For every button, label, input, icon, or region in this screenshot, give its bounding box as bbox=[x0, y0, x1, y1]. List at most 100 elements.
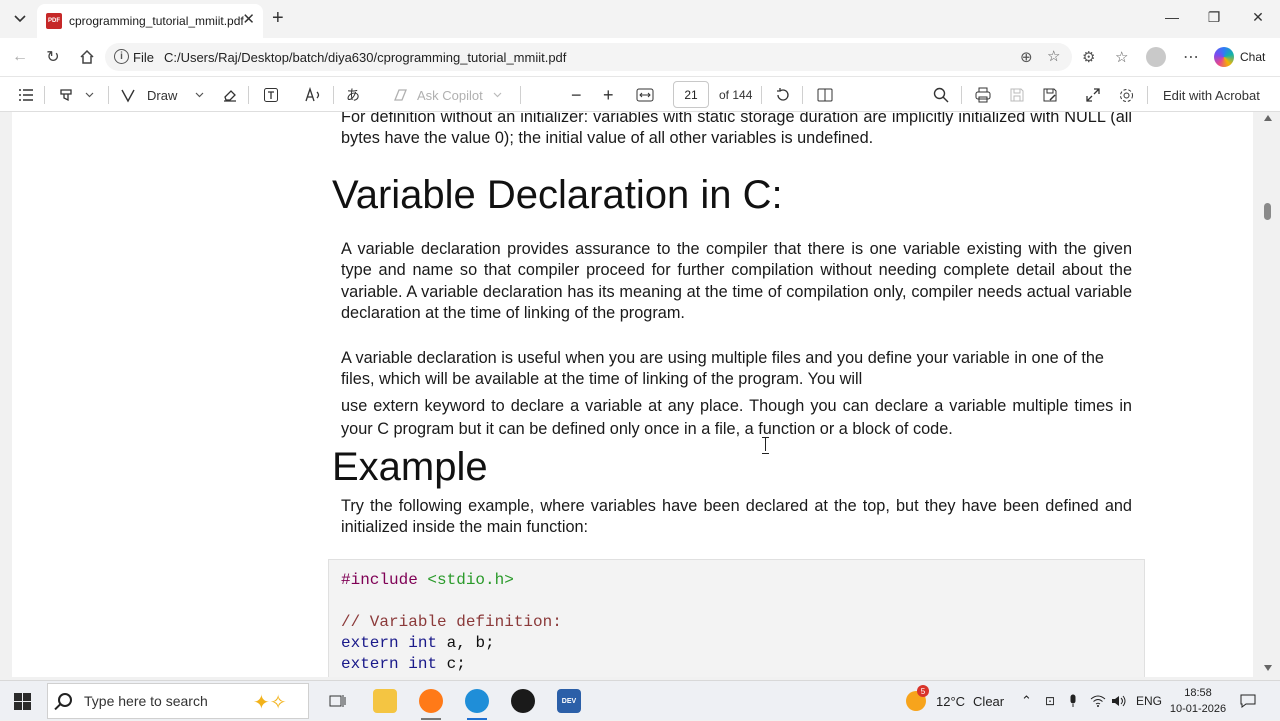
fit-to-page-icon[interactable] bbox=[636, 77, 654, 113]
system-clock[interactable]: 18:58 10-01-2026 bbox=[1167, 685, 1229, 717]
translate-icon[interactable]: あ bbox=[346, 77, 360, 113]
file-explorer-icon[interactable] bbox=[373, 689, 397, 713]
paragraph-declaration-usage: A variable declaration is useful when yo… bbox=[341, 349, 1104, 389]
read-aloud-icon[interactable] bbox=[305, 77, 323, 113]
paragraph-declaration-intro: A variable declaration provides assuranc… bbox=[341, 240, 1132, 322]
rotate-icon[interactable] bbox=[775, 77, 791, 113]
new-tab-button[interactable]: + bbox=[272, 8, 284, 28]
paragraph-extern-keyword: use extern keyword to declare a variable… bbox=[341, 397, 1132, 438]
draw-label: Draw bbox=[147, 87, 178, 103]
close-tab-icon[interactable]: ✕ bbox=[242, 12, 255, 28]
save-as-icon[interactable] bbox=[1042, 77, 1058, 113]
close-window-icon[interactable]: ✕ bbox=[1248, 9, 1268, 26]
url-scheme-label: File bbox=[133, 49, 154, 65]
dev-cpp-icon[interactable]: DEV bbox=[557, 689, 581, 713]
edge-browser-icon[interactable] bbox=[465, 689, 489, 713]
save-icon[interactable] bbox=[1009, 77, 1025, 113]
clock-time: 18:58 bbox=[1184, 687, 1212, 699]
zoom-out-icon[interactable]: − bbox=[571, 77, 582, 113]
scroll-down-arrow-icon[interactable] bbox=[1264, 665, 1272, 671]
show-hidden-icons-icon[interactable]: ⌃ bbox=[1021, 681, 1032, 721]
pdf-viewer[interactable]: For definition without an initializer: v… bbox=[0, 112, 1280, 677]
site-info-icon[interactable]: i bbox=[114, 49, 129, 64]
temperature: 12°C bbox=[936, 693, 966, 709]
heading-variable-declaration: Variable Declaration in C: bbox=[332, 173, 783, 217]
print-icon[interactable] bbox=[975, 77, 991, 113]
highlight-icon[interactable] bbox=[58, 77, 74, 113]
profile-avatar[interactable] bbox=[1146, 47, 1166, 67]
copilot-outline-icon bbox=[394, 89, 407, 101]
extensions-icon[interactable]: ⚙ bbox=[1082, 48, 1095, 66]
paragraph-initializer-note: For definition without an initializer: v… bbox=[341, 112, 1132, 148]
title-bar: PDF cprogramming_tutorial_mmiit.pdf ✕ + … bbox=[0, 0, 1280, 38]
chevron-down-icon bbox=[493, 92, 502, 98]
zoom-in-icon[interactable]: + bbox=[603, 77, 614, 113]
minimize-window-icon[interactable]: — bbox=[1162, 9, 1182, 25]
chat-label: Chat bbox=[1240, 50, 1266, 64]
obs-icon[interactable] bbox=[511, 689, 535, 713]
firefox-icon[interactable] bbox=[419, 689, 443, 713]
weather-sun-icon: 5 bbox=[906, 685, 929, 711]
network-icon[interactable] bbox=[1090, 681, 1106, 721]
settings-gear-icon[interactable] bbox=[1118, 77, 1135, 113]
url-text[interactable]: C:/Users/Raj/Desktop/batch/diya630/cprog… bbox=[164, 50, 566, 65]
taskbar-search-box[interactable]: Type here to search ✦✧ bbox=[47, 683, 309, 719]
page-view-icon[interactable] bbox=[817, 77, 833, 113]
input-language[interactable]: ENG bbox=[1136, 681, 1162, 721]
url-box[interactable]: i File C:/Users/Raj/Desktop/batch/diya63… bbox=[105, 43, 1072, 71]
weather-condition: Clear bbox=[973, 693, 1005, 709]
search-icon[interactable] bbox=[933, 77, 949, 113]
highlight-options-chevron-icon[interactable] bbox=[85, 77, 94, 113]
pdf-toolbar: Draw あ Ask Copilot − + 21 of 144 Edit wi… bbox=[0, 76, 1280, 112]
address-bar-row: ← ↻ i File C:/Users/Raj/Desktop/batch/di… bbox=[0, 38, 1280, 76]
ask-copilot-button[interactable]: Ask Copilot bbox=[392, 77, 502, 113]
notifications-icon[interactable] bbox=[1240, 681, 1256, 721]
task-view-icon[interactable] bbox=[326, 689, 350, 713]
windows-start-icon[interactable] bbox=[14, 693, 31, 710]
vertical-scrollbar[interactable] bbox=[1261, 112, 1273, 677]
contents-icon[interactable] bbox=[18, 77, 34, 113]
code-line-extern-ab: extern int a, b; bbox=[341, 634, 495, 652]
tab-title: cprogramming_tutorial_mmiit.pdf bbox=[69, 14, 244, 28]
browser-tab[interactable]: PDF cprogramming_tutorial_mmiit.pdf ✕ bbox=[37, 4, 263, 38]
search-icon bbox=[58, 693, 72, 707]
code-line-include: #include <stdio.h> bbox=[341, 571, 514, 589]
microphone-icon[interactable] bbox=[1069, 681, 1077, 721]
taskbar-search-placeholder: Type here to search bbox=[84, 693, 208, 709]
taskbar: Type here to search ✦✧ DEV 5 12°C Clear … bbox=[0, 680, 1280, 720]
code-line-comment: // Variable definition: bbox=[341, 613, 562, 631]
back-arrow-icon[interactable]: ← bbox=[10, 47, 30, 67]
zoom-icon[interactable]: ⊕ bbox=[1020, 48, 1033, 66]
chevron-down-icon bbox=[195, 92, 204, 98]
favorites-icon[interactable]: ☆ bbox=[1115, 48, 1128, 66]
maximize-window-icon[interactable]: ❐ bbox=[1204, 9, 1224, 26]
scroll-up-arrow-icon[interactable] bbox=[1264, 115, 1272, 121]
scrollbar-thumb[interactable] bbox=[1264, 203, 1271, 220]
volume-icon[interactable] bbox=[1111, 681, 1127, 721]
fullscreen-icon[interactable] bbox=[1085, 77, 1101, 113]
paragraph-example-intro: Try the following example, where variabl… bbox=[341, 497, 1132, 537]
refresh-icon[interactable]: ↻ bbox=[43, 47, 63, 67]
text-box-icon[interactable] bbox=[263, 77, 279, 113]
page-total-label: of 144 bbox=[719, 88, 753, 102]
draw-pen-icon bbox=[121, 89, 135, 103]
draw-button[interactable]: Draw bbox=[120, 77, 204, 113]
tab-actions-menu-button[interactable] bbox=[8, 7, 32, 31]
clock-date: 10-01-2026 bbox=[1169, 703, 1227, 715]
more-options-icon[interactable]: ⋯ bbox=[1183, 47, 1199, 67]
copilot-icon bbox=[1214, 47, 1234, 67]
text-cursor-icon bbox=[762, 436, 769, 454]
search-highlights-icon: ✦✧ bbox=[253, 692, 287, 714]
weather-badge: 5 bbox=[917, 685, 929, 697]
page-number-input[interactable]: 21 bbox=[673, 81, 709, 108]
ask-copilot-label: Ask Copilot bbox=[417, 87, 483, 103]
meet-now-icon[interactable]: ⊡ bbox=[1045, 681, 1055, 721]
copilot-chat-button[interactable]: Chat bbox=[1214, 47, 1265, 67]
home-icon[interactable] bbox=[77, 47, 97, 67]
weather-widget[interactable]: 5 12°C Clear bbox=[906, 681, 1004, 721]
chevron-down-icon bbox=[14, 15, 26, 23]
code-line-extern-c: extern int c; bbox=[341, 655, 466, 673]
favorite-star-icon[interactable]: ☆ bbox=[1047, 47, 1060, 65]
edit-with-acrobat-button[interactable]: Edit with Acrobat bbox=[1163, 77, 1260, 113]
eraser-icon[interactable] bbox=[222, 77, 238, 113]
